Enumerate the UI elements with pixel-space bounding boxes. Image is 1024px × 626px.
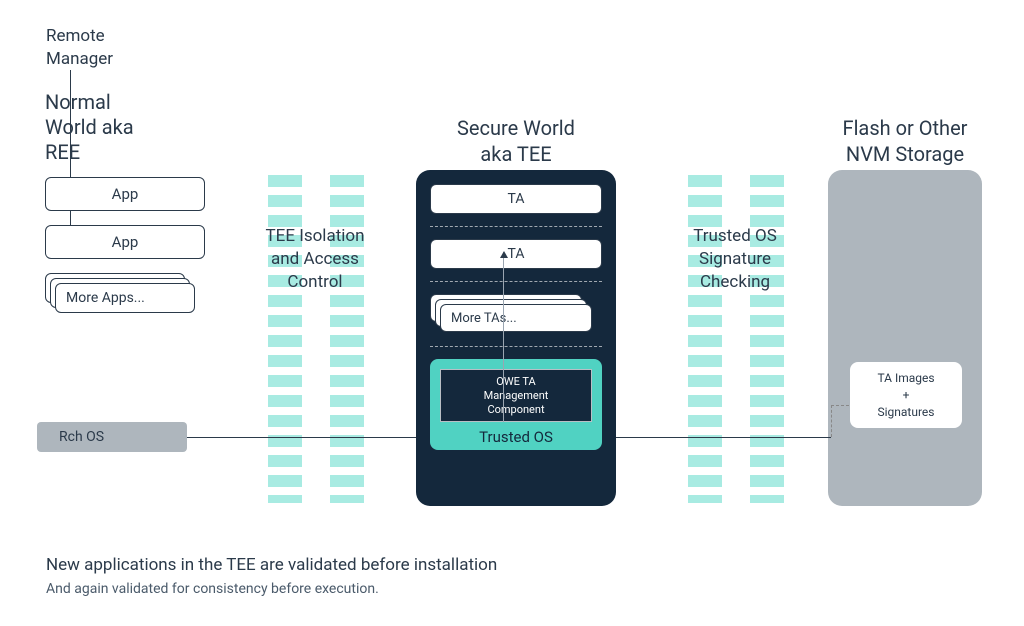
tee-title: Secure World aka TEE	[416, 115, 616, 167]
footer-line-1: New applications in the TEE are validate…	[46, 555, 497, 575]
rch-os-box: Rch OS	[37, 422, 187, 452]
ta-2-label: TA	[508, 246, 525, 262]
ree-column: Normal World aka REE App App More Apps..…	[45, 90, 205, 331]
tee-divider-1	[430, 226, 602, 227]
ree-more-apps-stack: More Apps...	[45, 273, 205, 317]
tee-divider-3	[430, 346, 602, 347]
more-tas-label: More TAs...	[451, 311, 517, 326]
ree-app-2: App	[45, 225, 205, 259]
rch-os-label: Rch OS	[59, 429, 104, 445]
nvm-title: Flash or Other NVM Storage	[820, 115, 990, 167]
ta-images-label: TA Images + Signatures	[877, 371, 934, 419]
ta-box-1: TA	[430, 184, 602, 214]
footer-caption: New applications in the TEE are validate…	[46, 555, 497, 597]
trusted-os-container: OWE TA Management Component Trusted OS	[430, 359, 602, 450]
ree-title: Normal World aka REE	[45, 90, 205, 165]
ree-app-2-label: App	[112, 233, 139, 251]
ree-app-1: App	[45, 177, 205, 211]
nvm-dashed-h	[831, 405, 849, 406]
tee-panel: TA TA More TAs... OWE TA Management Comp…	[416, 170, 616, 506]
ree-more-apps-label: More Apps...	[66, 290, 145, 306]
ta-box-2: TA	[430, 239, 602, 269]
nvm-dashed-v	[831, 405, 832, 437]
ree-app-1-label: App	[112, 185, 139, 203]
footer-line-2: And again validated for consistency befo…	[46, 581, 497, 597]
owe-management-box: OWE TA Management Component	[440, 369, 592, 422]
nvm-panel: TA Images + Signatures	[828, 170, 982, 506]
remote-manager-label: Remote Manager	[46, 25, 113, 71]
rchos-to-tee-line	[187, 437, 416, 438]
owe-label: OWE TA Management Component	[484, 375, 549, 416]
tee-to-nvm-line	[616, 437, 831, 438]
tee-divider-2	[430, 281, 602, 282]
more-tas-stack: More TAs...	[430, 294, 602, 334]
ta-1-label: TA	[508, 191, 525, 207]
trusted-os-label: Trusted OS	[440, 428, 592, 446]
signature-wall-label: Trusted OS Signature Checking	[650, 225, 820, 294]
ta-images-box: TA Images + Signatures	[850, 362, 962, 428]
isolation-wall-label: TEE Isolation and Access Control	[230, 225, 400, 294]
owe-to-ta-arrow	[503, 252, 504, 422]
